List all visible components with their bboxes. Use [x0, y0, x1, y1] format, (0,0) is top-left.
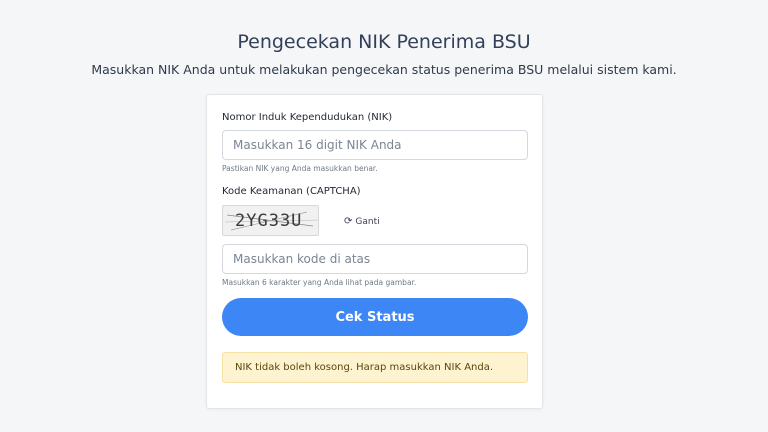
captcha-image: 2YG33U	[222, 205, 319, 236]
error-alert-message: NIK tidak boleh kosong. Harap masukkan N…	[235, 362, 494, 373]
captcha-code: 2YG33U	[235, 211, 303, 231]
captcha-input[interactable]	[222, 244, 528, 274]
nik-hint: Pastikan NIK yang Anda masukkan benar.	[222, 164, 378, 173]
nik-input[interactable]	[222, 130, 528, 160]
captcha-refresh-button[interactable]: ⟳ Ganti	[344, 216, 380, 227]
captcha-refresh-label: Ganti	[355, 217, 380, 227]
page-subtitle: Masukkan NIK Anda untuk melakukan pengec…	[91, 62, 677, 77]
check-status-button[interactable]: Cek Status	[222, 298, 528, 336]
refresh-icon: ⟳	[344, 216, 353, 227]
captcha-hint: Masukkan 6 karakter yang Anda lihat pada…	[222, 278, 417, 287]
error-alert: NIK tidak boleh kosong. Harap masukkan N…	[222, 352, 528, 383]
captcha-label: Kode Keamanan (CAPTCHA)	[222, 186, 361, 197]
nik-check-card: Nomor Induk Kependudukan (NIK) Pastikan …	[206, 94, 543, 409]
nik-label: Nomor Induk Kependudukan (NIK)	[222, 112, 393, 123]
page-title: Pengecekan NIK Penerima BSU	[237, 31, 531, 53]
